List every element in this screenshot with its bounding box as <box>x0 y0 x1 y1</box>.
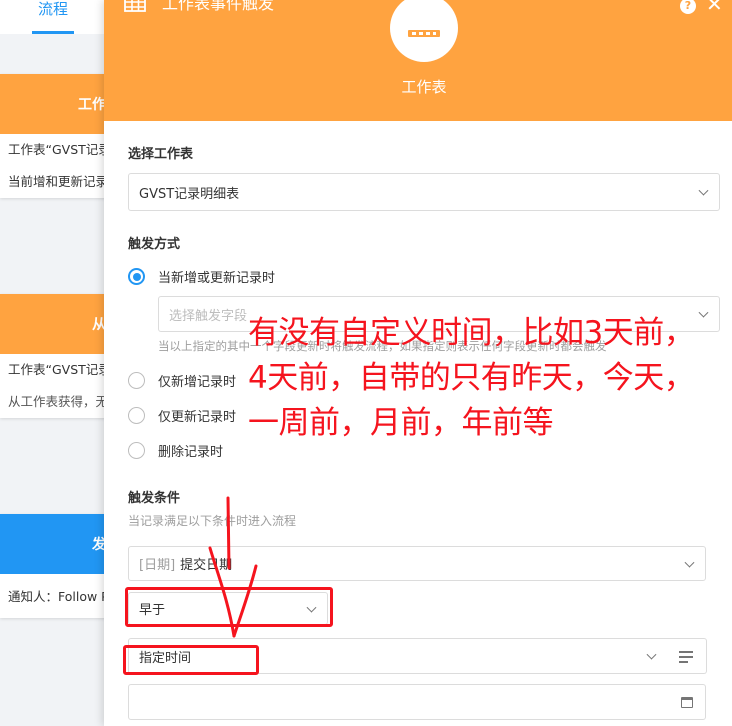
trigger-condition-label: 触发条件 <box>128 491 181 506</box>
workflow-node-trigger[interactable]: 工作 工作表“GVST记录 当前增和更新记录 <box>0 74 110 198</box>
condition-field-select[interactable]: [日期] 提交日期 <box>128 546 706 581</box>
worksheet-select[interactable]: GVST记录明细表 <box>128 173 720 211</box>
worksheet-icon <box>390 0 458 62</box>
node-detail: 工作表“GVST记录 <box>8 142 110 157</box>
close-icon[interactable]: ✕ <box>706 0 723 14</box>
chevron-down-icon <box>698 307 709 318</box>
radio-unchecked-icon <box>128 407 145 424</box>
field-type-tag: [日期] <box>139 558 176 573</box>
node-detail: 当前增和更新记录 <box>8 174 109 189</box>
panel-title: 工作表事件触发 <box>162 0 275 13</box>
radio-unchecked-icon <box>128 372 145 389</box>
panel-header: 工作表事件触发 ? ✕ 工作表 <box>104 0 732 121</box>
node-detail: 从工作表获得，无 <box>8 394 109 409</box>
trigger-mode-label: 触发方式 <box>128 237 181 252</box>
calendar-icon[interactable] <box>681 697 693 708</box>
annotation-box-operator <box>125 587 333 627</box>
table-icon <box>124 0 146 12</box>
tab-flow[interactable]: 流程 <box>32 0 74 34</box>
tab-active-indicator <box>32 31 74 34</box>
condition-field-name: 提交日期 <box>180 558 233 573</box>
node-detail: 工作表“GVST记录 <box>8 362 110 377</box>
workflow-node-fetch[interactable]: 从 工作表“GVST记录 从工作表获得，无 <box>0 294 110 418</box>
workflow-node-notify[interactable]: 发 通知人：Follow Part <box>0 514 110 618</box>
radio-label: 当新增或更新记录时 <box>158 271 276 286</box>
worksheet-select-value: GVST记录明细表 <box>139 186 240 202</box>
trigger-field-placeholder: 选择触发字段 <box>169 308 248 324</box>
node-detail: 通知人：Follow Part <box>8 589 110 604</box>
annotation-box-time-mode <box>123 645 259 675</box>
workflow-tabbar: 流程 <box>0 0 110 34</box>
chevron-down-icon <box>646 649 657 660</box>
radio-add-only[interactable]: 仅新增记录时 <box>128 371 236 390</box>
trigger-condition-hint: 当记录满足以下条件时进入流程 <box>128 514 297 528</box>
chevron-down-icon <box>684 557 695 568</box>
select-sheet-label: 选择工作表 <box>128 147 194 162</box>
node-title: 从 <box>0 294 110 354</box>
workflow-canvas: 流程 工作 工作表“GVST记录 当前增和更新记录 从 工作表“GVST记录 从… <box>0 0 110 726</box>
radio-unchecked-icon <box>128 442 145 459</box>
radio-label: 删除记录时 <box>158 445 224 460</box>
chevron-down-icon <box>698 185 709 196</box>
radio-add-or-update[interactable]: 当新增或更新记录时 <box>128 267 275 286</box>
radio-delete[interactable]: 删除记录时 <box>128 441 223 460</box>
radio-label: 仅更新记录时 <box>158 410 237 425</box>
node-type-label: 工作表 <box>401 78 447 96</box>
field-list-button[interactable] <box>667 638 707 674</box>
node-title: 工作 <box>0 74 110 134</box>
annotation-note: 有没有自定义时间，比如3天前，4天前，自带的只有昨天，今天，一周前，月前，年前等 <box>248 315 695 441</box>
date-input[interactable] <box>128 684 706 720</box>
radio-checked-icon <box>128 268 145 285</box>
radio-label: 仅新增记录时 <box>158 375 237 390</box>
node-title: 发 <box>0 514 110 574</box>
radio-update-only[interactable]: 仅更新记录时 <box>128 406 236 425</box>
help-icon[interactable]: ? <box>680 0 696 14</box>
